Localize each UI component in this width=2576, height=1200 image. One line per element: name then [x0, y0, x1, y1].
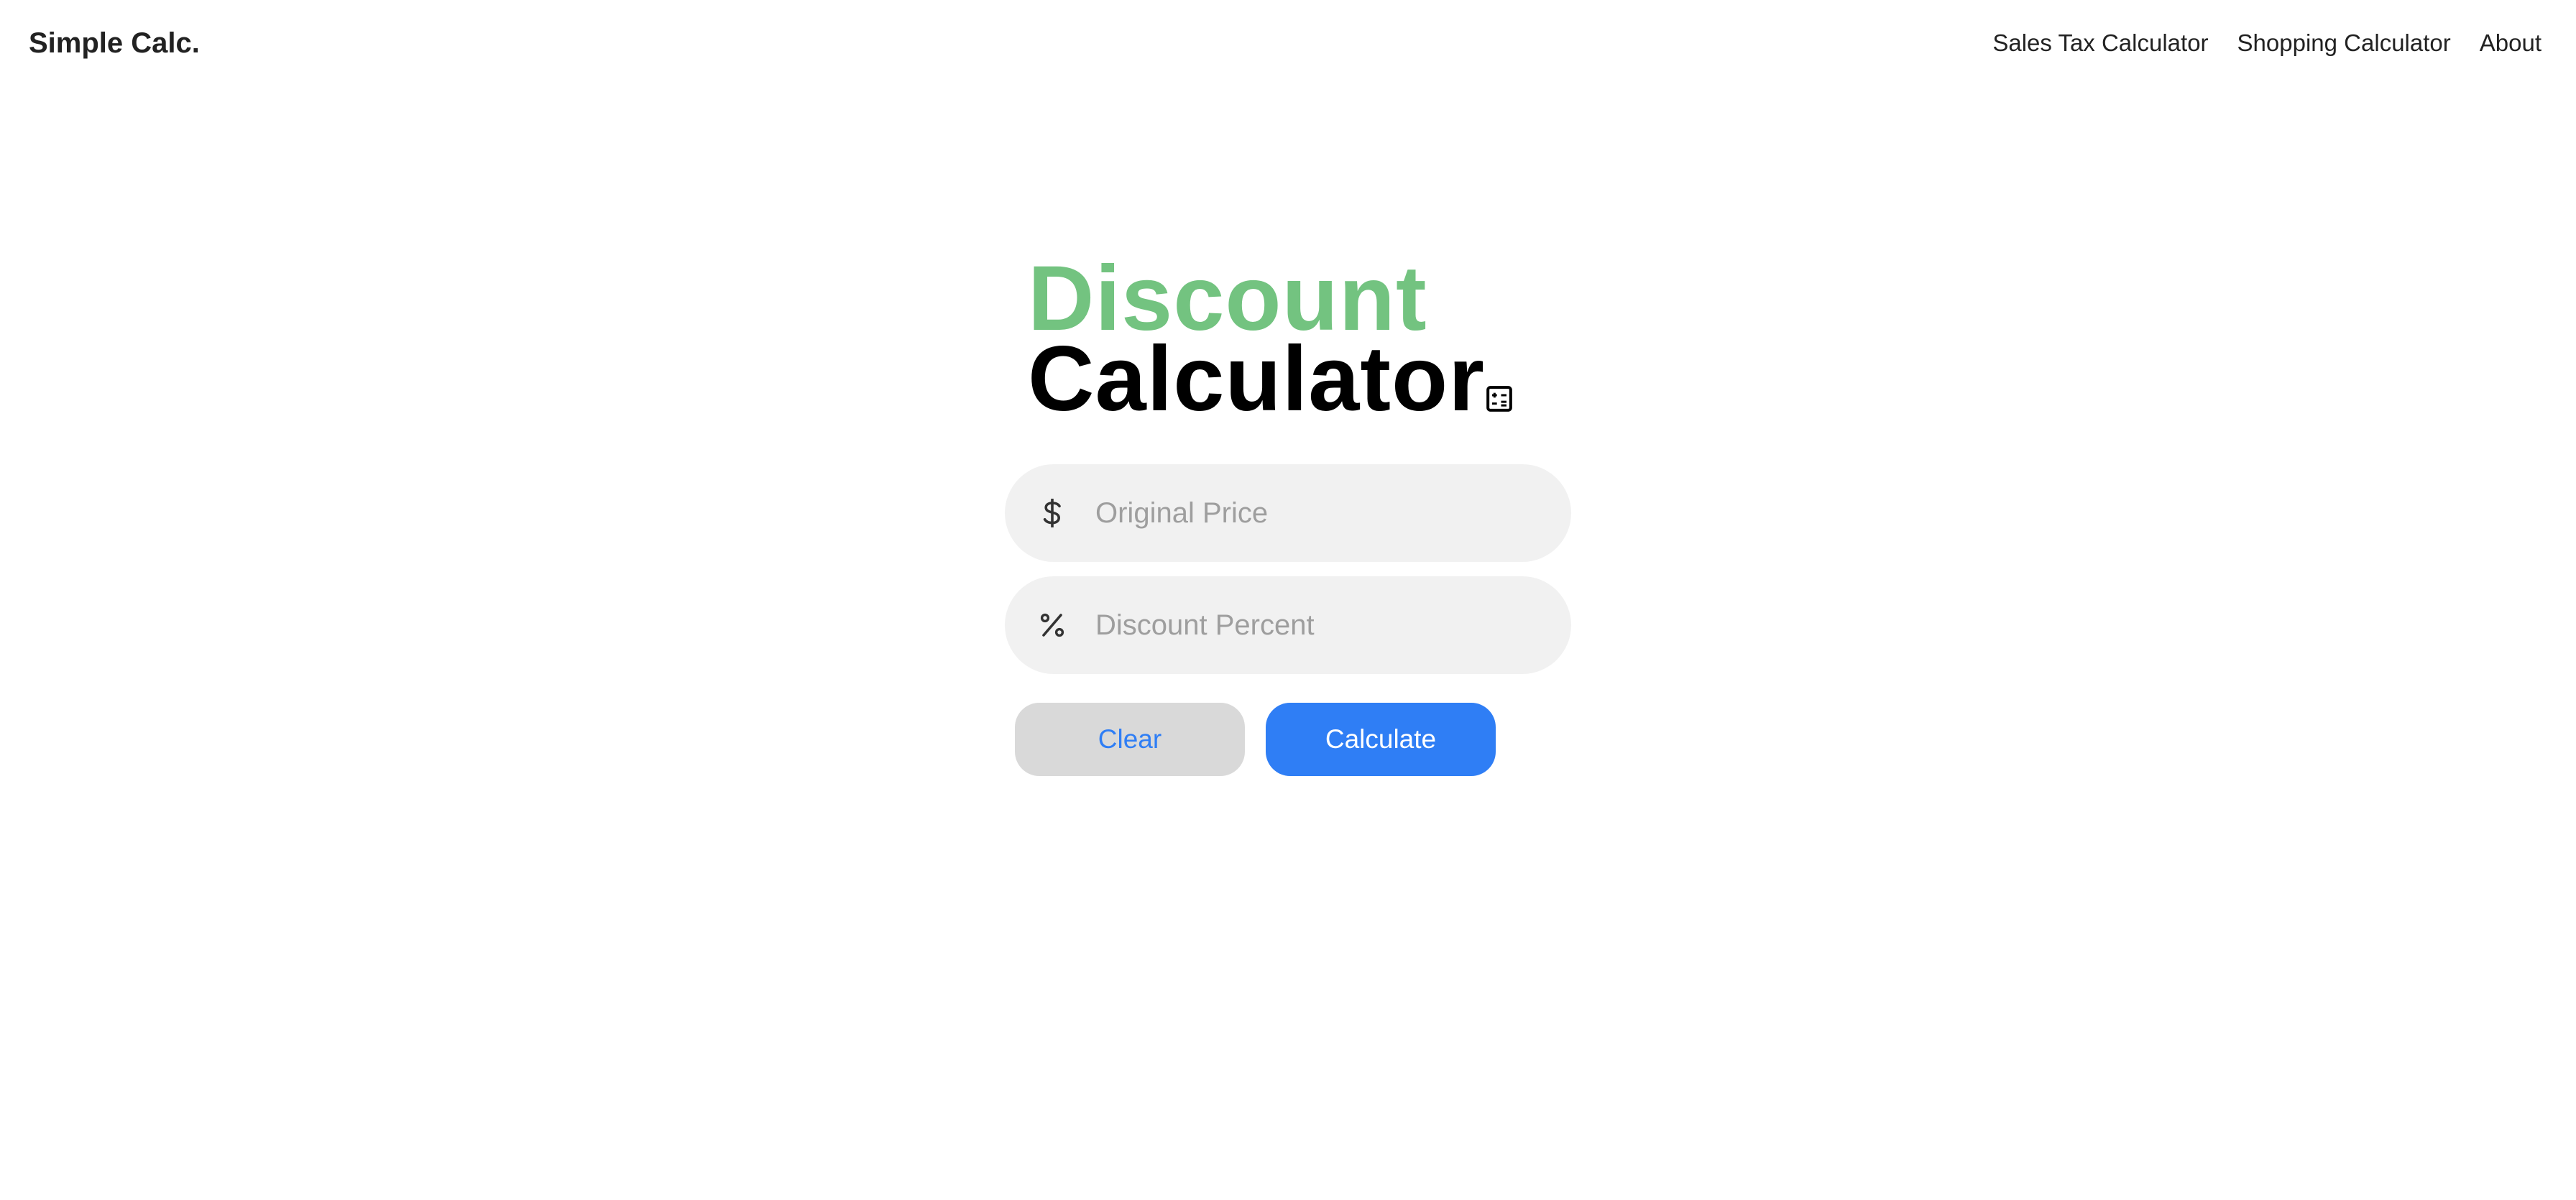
- top-nav: Sales Tax Calculator Shopping Calculator…: [1992, 27, 2542, 59]
- page: Simple Calc. Sales Tax Calculator Shoppi…: [0, 0, 2576, 1200]
- original-price-input[interactable]: [1094, 464, 1542, 562]
- calculator-icon: [1486, 386, 1512, 412]
- clear-button[interactable]: Clear: [1015, 703, 1245, 776]
- brand-logo[interactable]: Simple Calc.: [29, 26, 200, 60]
- original-price-field: [1005, 464, 1571, 562]
- nav-link-shopping[interactable]: Shopping Calculator: [2237, 27, 2451, 59]
- discount-percent-field: [1005, 576, 1571, 674]
- nav-link-about[interactable]: About: [2480, 27, 2542, 59]
- title-calculator: Calculator: [1028, 328, 1485, 430]
- nav-link-sales-tax[interactable]: Sales Tax Calculator: [1992, 27, 2208, 59]
- page-title: Discount Calculator: [1028, 253, 1485, 430]
- percent-icon: [1036, 609, 1068, 641]
- dollar-icon: [1036, 497, 1068, 529]
- calculate-button[interactable]: Calculate: [1266, 703, 1496, 776]
- discount-percent-input[interactable]: [1094, 576, 1542, 674]
